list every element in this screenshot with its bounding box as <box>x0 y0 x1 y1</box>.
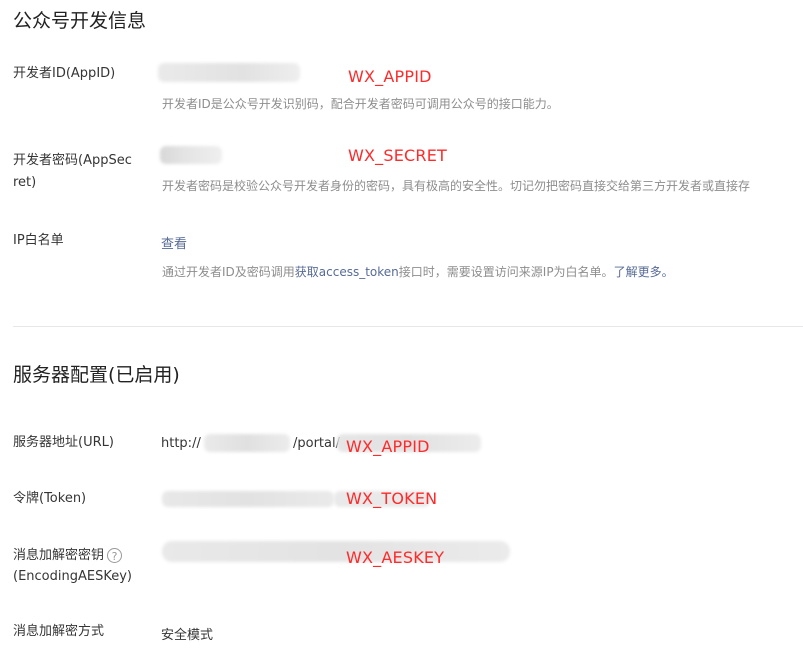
encrypt-mode-label: 消息加解密方式 <box>13 624 105 639</box>
section-divider <box>13 326 803 327</box>
secret-redacted-value <box>160 146 222 164</box>
aeskey-label-line1: 消息加解密密钥 <box>13 548 105 563</box>
appid-annotation: WX_APPID <box>348 67 432 86</box>
help-icon[interactable]: ? <box>107 548 122 563</box>
aeskey-label-line2: (EncodingAESKey) <box>13 569 132 584</box>
secret-label-line2: ret) <box>13 175 37 190</box>
learn-more-link[interactable]: 了解更多。 <box>614 265 674 279</box>
server-url-label: 服务器地址(URL) <box>13 435 114 450</box>
server-url-redacted-host <box>204 434 290 452</box>
ip-whitelist-view-link[interactable]: 查看 <box>161 233 187 252</box>
ip-desc-prefix: 通过开发者ID及密码调用 <box>162 265 295 279</box>
ip-whitelist-description: 通过开发者ID及密码调用获取access_token接口时，需要设置访问来源IP… <box>162 263 674 280</box>
appid-label: 开发者ID(AppID) <box>13 66 116 81</box>
aeskey-annotation: WX_AESKEY <box>346 548 445 567</box>
appid-redacted-value <box>158 63 300 82</box>
server-url-prefix: http:// <box>161 436 201 451</box>
ip-whitelist-label: IP白名单 <box>13 233 64 248</box>
dev-info-title: 公众号开发信息 <box>13 10 147 32</box>
secret-annotation: WX_SECRET <box>348 146 448 165</box>
secret-label-line1: 开发者密码(AppSec <box>13 153 132 168</box>
server-config-title: 服务器配置(已启用) <box>13 364 180 386</box>
server-url-annotation: WX_APPID <box>346 437 430 456</box>
encrypt-mode-value: 安全模式 <box>161 628 214 643</box>
token-annotation: WX_TOKEN <box>346 489 438 508</box>
ip-desc-middle: 接口时，需要设置访问来源IP为白名单。 <box>398 265 614 279</box>
get-access-token-link[interactable]: 获取access_token <box>295 265 399 279</box>
aeskey-redacted-value <box>162 541 510 562</box>
secret-description: 开发者密码是校验公众号开发者身份的密码，具有极高的安全性。切记勿把密码直接交给第… <box>162 179 751 193</box>
server-url-middle: /portal/ <box>293 436 340 451</box>
token-label: 令牌(Token) <box>13 491 87 506</box>
token-redacted-value-1 <box>162 491 334 507</box>
appid-description: 开发者ID是公众号开发识别码，配合开发者密码可调用公众号的接口能力。 <box>162 97 559 111</box>
